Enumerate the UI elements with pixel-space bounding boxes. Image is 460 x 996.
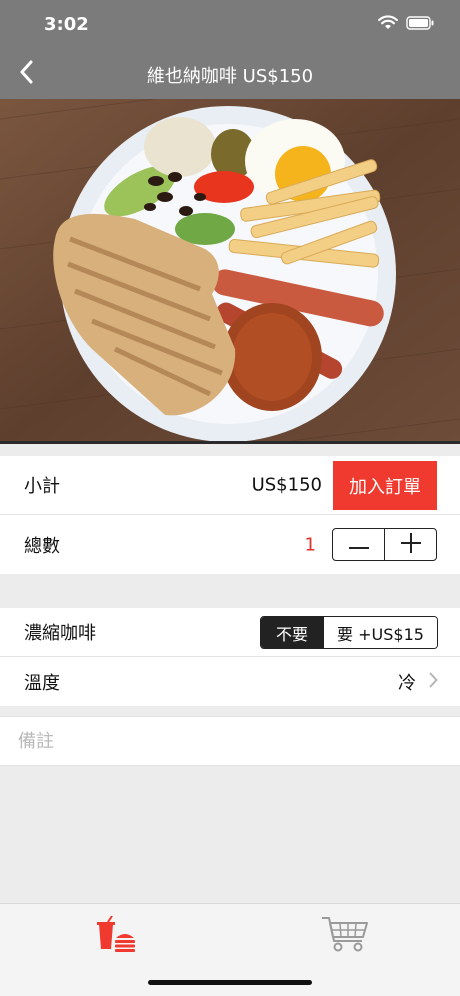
- espresso-row: 濃縮咖啡 不要 要 +US$15: [0, 608, 460, 657]
- add-to-order-button[interactable]: 加入訂單: [333, 461, 437, 510]
- subtotal-price: US$150: [251, 474, 322, 496]
- quantity-stepper: [332, 528, 437, 561]
- cart-icon: [320, 915, 370, 957]
- espresso-no-option[interactable]: 不要: [261, 617, 323, 648]
- quantity-value: 1: [304, 534, 316, 555]
- battery-icon: [406, 15, 434, 34]
- espresso-yes-option[interactable]: 要 +US$15: [323, 617, 437, 648]
- home-indicator: [148, 980, 312, 985]
- status-icons: [378, 15, 434, 34]
- tab-cart[interactable]: [315, 913, 375, 959]
- image-divider: [0, 441, 460, 444]
- food-drink-icon: [93, 915, 137, 956]
- subtotal-label: 小計: [24, 476, 60, 497]
- subtotal-row: 小計 US$150 加入訂單: [0, 456, 460, 515]
- decrement-button[interactable]: [333, 529, 384, 560]
- chevron-right-icon: [429, 672, 438, 692]
- quantity-label: 總數: [24, 535, 60, 557]
- minus-icon: [348, 535, 369, 554]
- temperature-value: 冷: [398, 672, 416, 694]
- order-section: 小計 US$150 加入訂單 總數 1: [0, 456, 460, 574]
- wifi-icon: [378, 15, 398, 34]
- tab-menu[interactable]: [85, 913, 145, 959]
- page-title: 維也納咖啡 US$150: [146, 66, 314, 87]
- note-input[interactable]: [0, 716, 460, 766]
- espresso-label: 濃縮咖啡: [24, 623, 96, 644]
- product-image: [0, 99, 460, 441]
- options-section: 濃縮咖啡 不要 要 +US$15 溫度 冷: [0, 608, 460, 706]
- quantity-row: 總數 1: [0, 515, 460, 574]
- temperature-row[interactable]: 溫度 冷: [0, 657, 460, 706]
- espresso-toggle: 不要 要 +US$15: [260, 616, 438, 649]
- temperature-label: 溫度: [24, 672, 60, 694]
- plus-icon: [400, 532, 421, 557]
- increment-button[interactable]: [384, 529, 436, 560]
- status-bar: 3:02: [0, 0, 460, 50]
- nav-bar: 維也納咖啡 US$150: [0, 50, 460, 99]
- status-time: 3:02: [44, 14, 89, 35]
